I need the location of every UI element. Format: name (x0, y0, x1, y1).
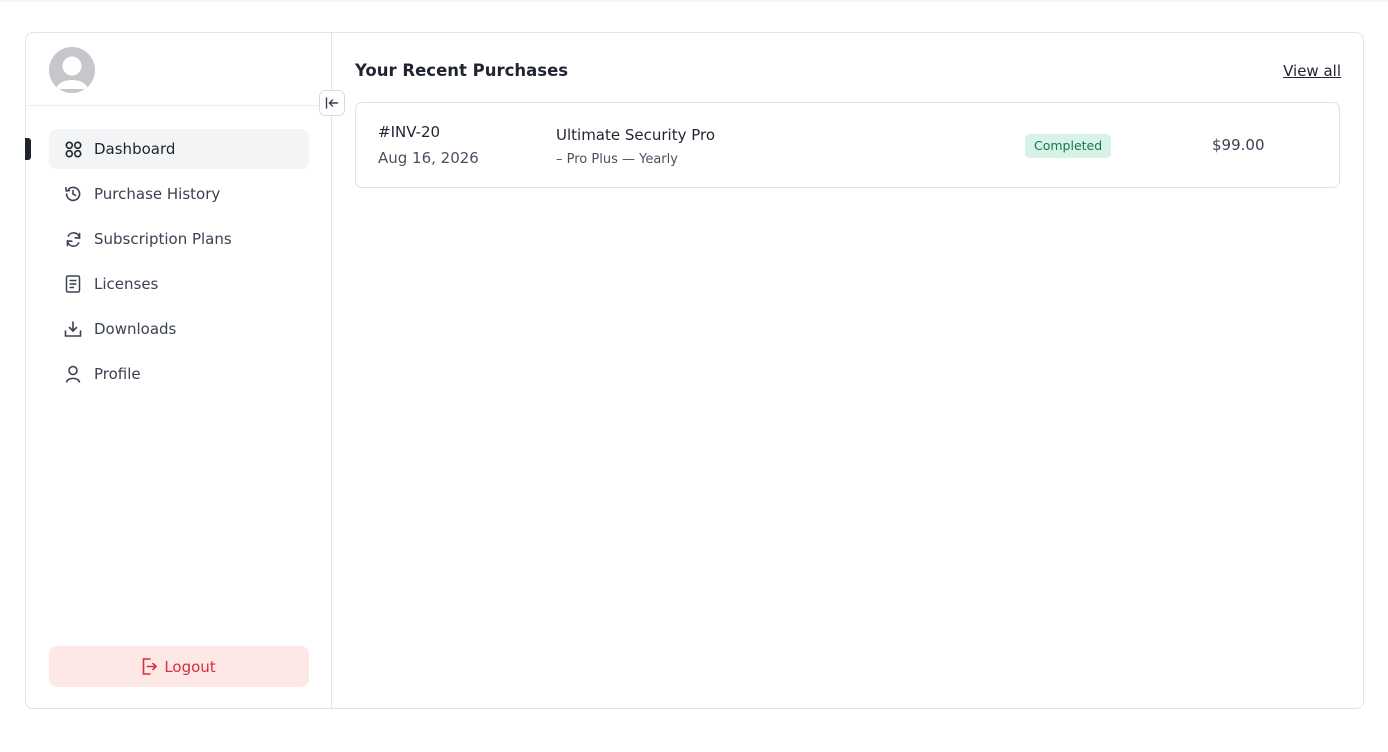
sidebar-item-label: Dashboard (94, 140, 176, 158)
refresh-icon (64, 230, 82, 248)
sidebar-item-licenses[interactable]: Licenses (49, 264, 309, 304)
history-icon (64, 185, 82, 203)
logout-button[interactable]: Logout (49, 646, 309, 687)
sidebar-item-subscription-plans[interactable]: Subscription Plans (49, 219, 309, 259)
avatar[interactable] (49, 47, 95, 93)
sidebar-item-label: Purchase History (94, 185, 221, 203)
purchase-row[interactable]: #INV-20 Aug 16, 2026 Ultimate Security P… (355, 102, 1340, 188)
logout-icon (142, 658, 158, 675)
page-title: Your Recent Purchases (355, 61, 569, 80)
view-all-link[interactable]: View all (1283, 62, 1341, 80)
sidebar-item-label: Subscription Plans (94, 230, 232, 248)
user-avatar-icon (49, 47, 95, 93)
purchase-amount: $99.00 (1212, 136, 1265, 154)
collapse-sidebar-button[interactable] (319, 90, 345, 116)
sidebar-item-label: Profile (94, 365, 141, 383)
user-icon (64, 365, 82, 383)
top-divider (0, 0, 1388, 2)
collapse-arrow-icon (325, 97, 339, 109)
logout-label: Logout (164, 657, 216, 676)
plan-details: – Pro Plus — Yearly (556, 152, 678, 167)
sidebar-nav: Dashboard Purchase History Subscription … (49, 129, 309, 399)
status-badge: Completed (1025, 134, 1112, 158)
sidebar-item-purchase-history[interactable]: Purchase History (49, 174, 309, 214)
sidebar-item-downloads[interactable]: Downloads (49, 309, 309, 349)
sidebar-item-profile[interactable]: Profile (49, 354, 309, 394)
sidebar-item-label: Downloads (94, 320, 177, 338)
avatar-row (26, 33, 331, 106)
account-panel: Dashboard Purchase History Subscription … (25, 32, 1364, 709)
product-name: Ultimate Security Pro (556, 126, 716, 144)
document-icon (64, 275, 82, 293)
invoice-number: #INV-20 (378, 123, 441, 141)
sidebar: Dashboard Purchase History Subscription … (25, 33, 332, 708)
sidebar-item-dashboard[interactable]: Dashboard (49, 129, 309, 169)
download-icon (64, 320, 82, 338)
sidebar-item-label: Licenses (94, 275, 159, 293)
grid-icon (64, 140, 82, 158)
active-indicator (25, 138, 31, 160)
main-content: Your Recent Purchases View all #INV-20 A… (355, 33, 1341, 708)
purchase-date: Aug 16, 2026 (378, 149, 479, 167)
